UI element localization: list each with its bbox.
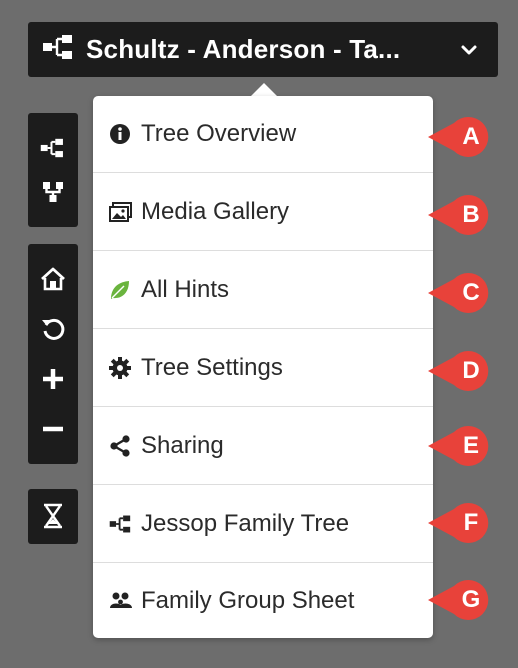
callout-marker-g: G	[428, 580, 494, 620]
zoom-in-icon	[41, 367, 65, 391]
menu-item-label: All Hints	[141, 276, 230, 303]
share-icon	[109, 435, 135, 457]
pedigree-view-button[interactable]	[28, 170, 78, 214]
callout-marker-b: B	[428, 195, 494, 235]
family-tree-icon	[40, 138, 66, 158]
tree-selector-dropdown[interactable]: Schultz - Anderson - Ta...	[28, 22, 498, 77]
callout-marker-d: D	[428, 351, 494, 391]
zoom-in-button[interactable]	[28, 354, 78, 404]
menu-item-label: Tree Settings	[141, 354, 283, 381]
family-tree-icon	[109, 513, 135, 535]
menu-item-sharing[interactable]: Sharing	[93, 408, 433, 485]
hourglass-icon	[42, 503, 64, 529]
menu-item-label: Tree Overview	[141, 120, 297, 147]
menu-item-label: Family Group Sheet	[141, 587, 355, 614]
menu-item-media-gallery[interactable]: Media Gallery	[93, 174, 433, 251]
gear-icon	[109, 357, 135, 379]
callout-marker-a: A	[428, 117, 494, 157]
family-view-button[interactable]	[28, 126, 78, 170]
leaf-icon	[109, 279, 135, 301]
navigation-toolbar	[28, 244, 78, 464]
refresh-button[interactable]	[28, 304, 78, 354]
callout-letter: A	[462, 123, 480, 150]
menu-item-jessop-family-tree[interactable]: Jessop Family Tree	[93, 486, 433, 563]
timeline-button[interactable]	[28, 494, 78, 538]
callout-marker-c: C	[428, 273, 494, 313]
home-icon	[40, 267, 66, 291]
timeline-toolbar	[28, 489, 78, 544]
menu-item-family-group-sheet[interactable]: Family Group Sheet	[93, 564, 433, 638]
menu-item-label: Media Gallery	[141, 198, 290, 225]
menu-item-tree-settings[interactable]: Tree Settings	[93, 330, 433, 407]
callout-marker-e: E	[428, 426, 494, 466]
callout-letter: E	[462, 432, 479, 459]
refresh-icon	[41, 317, 65, 341]
callout-marker-f: F	[428, 503, 494, 543]
pedigree-icon	[41, 180, 65, 204]
tree-menu: Tree Overview Media Gallery All Hints Tr…	[93, 96, 433, 638]
callout-letter: C	[462, 279, 480, 306]
callout-letter: B	[462, 201, 480, 228]
callout-letter: D	[462, 357, 480, 384]
family-group-icon	[109, 590, 135, 612]
menu-item-all-hints[interactable]: All Hints	[93, 252, 433, 329]
callout-letter: G	[461, 586, 481, 613]
zoom-out-icon	[41, 417, 65, 441]
chevron-down-icon	[460, 41, 478, 59]
menu-item-label: Sharing	[141, 432, 224, 459]
menu-item-label: Jessop Family Tree	[141, 510, 350, 537]
image-gallery-icon	[109, 201, 135, 223]
menu-caret	[250, 83, 278, 97]
menu-item-tree-overview[interactable]: Tree Overview	[93, 96, 433, 173]
info-circle-icon	[109, 123, 135, 145]
family-tree-icon	[42, 35, 76, 64]
tree-title: Schultz - Anderson - Ta...	[86, 34, 401, 64]
view-toolbar	[28, 113, 78, 227]
callout-letter: F	[463, 509, 479, 536]
zoom-out-button[interactable]	[28, 404, 78, 454]
home-button[interactable]	[28, 254, 78, 304]
